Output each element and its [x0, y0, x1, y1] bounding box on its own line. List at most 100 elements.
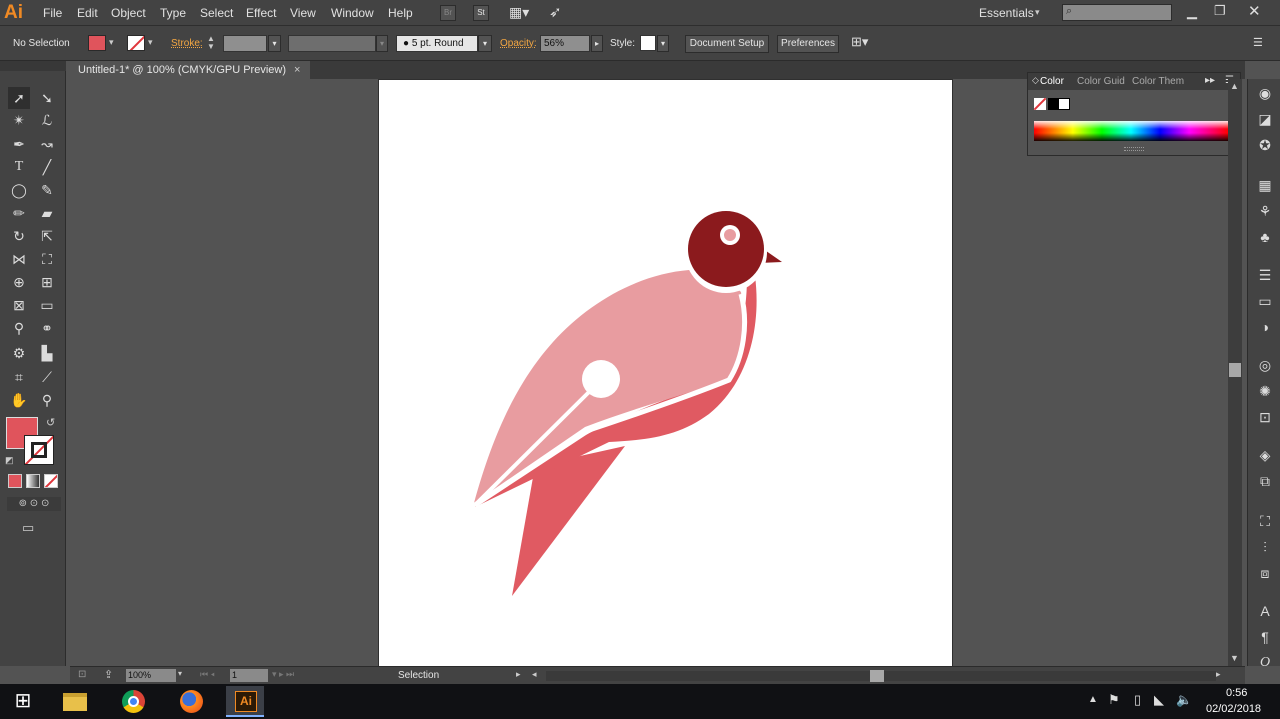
swatches-icon[interactable]: ▦	[1255, 175, 1275, 195]
paintbrush-tool-icon[interactable]: ✎	[36, 179, 58, 201]
style-dropdown[interactable]: ▾	[657, 35, 669, 52]
pathfinder-icon[interactable]: ⧈	[1255, 563, 1275, 583]
gpu-performance-icon[interactable]: ➶	[549, 3, 569, 23]
horizontal-scroll-thumb[interactable]	[870, 670, 884, 682]
symbols-icon[interactable]: ♣	[1255, 227, 1275, 247]
graphic-styles-icon[interactable]: ✺	[1255, 381, 1275, 401]
none-mode-icon[interactable]	[44, 474, 58, 488]
gradient-mode-icon[interactable]	[26, 474, 40, 488]
bird-artwork[interactable]	[379, 80, 952, 666]
perspective-grid-tool-icon[interactable]: ⊞	[36, 271, 58, 293]
menu-select[interactable]: Select	[200, 6, 233, 20]
bridge-icon[interactable]: Br	[440, 5, 456, 21]
scroll-down-icon[interactable]: ▼	[1230, 653, 1239, 663]
battery-icon[interactable]: ▯	[1134, 692, 1141, 708]
workspace-switcher[interactable]: Essentials	[979, 6, 1034, 20]
arrange-documents-icon[interactable]: ▦▾	[509, 4, 537, 22]
tray-date[interactable]: 02/02/2018	[1206, 703, 1261, 715]
symbol-sprayer-tool-icon[interactable]: ⚙	[8, 342, 30, 364]
column-graph-tool-icon[interactable]: ▙	[36, 342, 58, 364]
stroke-swatch[interactable]	[127, 35, 145, 51]
free-transform-tool-icon[interactable]: ⛶	[36, 248, 58, 270]
direct-selection-tool-icon[interactable]: ➘	[36, 87, 58, 109]
none-swatch[interactable]	[1034, 98, 1046, 110]
scale-tool-icon[interactable]: ⇱	[36, 225, 58, 247]
type-tool-icon[interactable]: T	[8, 156, 30, 178]
illustrator-taskbar-icon[interactable]: Ai	[226, 686, 264, 717]
scroll-right-icon[interactable]: ▸	[1216, 669, 1221, 680]
fill-swatch[interactable]	[88, 35, 106, 51]
tab-color-themes[interactable]: Color Them	[1132, 76, 1184, 87]
menu-edit[interactable]: Edit	[77, 6, 98, 20]
gradient-panel-icon[interactable]: ▭	[1255, 291, 1275, 311]
artboard-number-field[interactable]: 1	[230, 669, 268, 682]
curvature-tool-icon[interactable]: ↝	[36, 133, 58, 155]
color-guide-icon[interactable]: ◪	[1255, 109, 1275, 129]
stroke-weight-dropdown[interactable]: ▾	[268, 35, 281, 52]
brush-definition[interactable]: ● 5 pt. Round	[396, 35, 478, 52]
gradient-tool-icon[interactable]: ▭	[36, 294, 58, 316]
stroke-stepper[interactable]: ▲ ▼	[207, 35, 215, 51]
zoom-dropdown-icon[interactable]: ▾	[178, 669, 182, 678]
stroke-panel-icon[interactable]: ☰	[1255, 265, 1275, 285]
tray-time[interactable]: 0:56	[1226, 687, 1247, 699]
artboard-tool-icon[interactable]: ⌗	[8, 366, 30, 388]
recovery-icon[interactable]: ⊡	[78, 669, 86, 680]
eyedropper-tool-icon[interactable]: ⚲	[8, 317, 30, 339]
selection-tool-icon[interactable]: ➚	[8, 87, 30, 109]
first-artboard-icon[interactable]: ⏮ ◂	[200, 669, 215, 680]
opacity-label[interactable]: Opacity:	[500, 38, 537, 49]
menu-help[interactable]: Help	[388, 6, 413, 20]
magic-wand-tool-icon[interactable]: ✴	[8, 109, 30, 131]
volume-icon[interactable]: 🔈	[1176, 692, 1192, 708]
opentype-icon[interactable]: O	[1255, 653, 1275, 673]
hand-tool-icon[interactable]: ✋	[8, 389, 30, 411]
slice-tool-icon[interactable]: ⟋	[36, 366, 58, 388]
scroll-thumb[interactable]	[1229, 363, 1241, 377]
width-tool-icon[interactable]: ⋈	[8, 248, 30, 270]
menu-effect[interactable]: Effect	[246, 6, 276, 20]
chevron-down-icon[interactable]: ▾	[1035, 7, 1040, 18]
transparency-icon[interactable]: ◑	[1255, 317, 1275, 337]
rotate-tool-icon[interactable]: ↻	[8, 225, 30, 247]
stock-icon[interactable]: St	[473, 5, 489, 21]
menu-view[interactable]: View	[290, 6, 316, 20]
style-swatch[interactable]	[640, 35, 656, 51]
resize-grip[interactable]	[1124, 147, 1144, 151]
search-input[interactable]: ⌕	[1062, 4, 1172, 21]
last-artboard-icon[interactable]: ▾ ▸ ⏭	[272, 669, 294, 680]
pencil-tool-icon[interactable]: ✏	[8, 202, 30, 224]
restore-icon[interactable]: ❐	[1214, 3, 1226, 19]
document-setup-button[interactable]: Document Setup	[685, 35, 769, 53]
white-swatch[interactable]	[1058, 98, 1070, 110]
ellipse-tool-icon[interactable]: ◯	[8, 179, 30, 201]
menu-type[interactable]: Type	[160, 6, 186, 20]
status-menu-icon[interactable]: ▸	[516, 669, 521, 680]
action-center-flag-icon[interactable]: ⚑	[1108, 692, 1120, 708]
tab-color-guide[interactable]: Color Guid	[1077, 76, 1125, 87]
variable-width-dropdown[interactable]: ▾	[376, 35, 388, 52]
panel-menu-icon[interactable]: ☰	[1253, 36, 1263, 49]
artboard[interactable]	[379, 80, 952, 666]
opacity-arrow[interactable]: ▸	[591, 35, 603, 52]
preferences-button[interactable]: Preferences	[777, 35, 839, 53]
pen-tool-icon[interactable]: ✒	[8, 133, 30, 155]
mesh-tool-icon[interactable]: ⊠	[8, 294, 30, 316]
artboards-icon[interactable]: ⧉	[1255, 471, 1275, 491]
tab-color[interactable]: Color	[1040, 76, 1064, 87]
show-hidden-icons[interactable]: ▲	[1088, 694, 1098, 705]
menu-file[interactable]: File	[43, 6, 62, 20]
menu-object[interactable]: Object	[111, 6, 146, 20]
zoom-tool-icon[interactable]: ⚲	[36, 389, 58, 411]
swap-colors-icon[interactable]: ↺	[46, 416, 55, 429]
color-spectrum[interactable]	[1034, 121, 1228, 141]
stroke-label[interactable]: Stroke:	[171, 38, 203, 49]
appearance-icon[interactable]: ◎	[1255, 355, 1275, 375]
stroke-dropdown-icon[interactable]: ▾	[148, 37, 153, 48]
character-icon[interactable]: A	[1255, 601, 1275, 621]
brushes-icon[interactable]: ⚘	[1255, 201, 1275, 221]
color-mode-icon[interactable]	[8, 474, 22, 488]
transform-icon[interactable]: ⛶	[1255, 511, 1275, 531]
horizontal-scrollbar[interactable]	[546, 670, 1216, 682]
paragraph-icon[interactable]: ¶	[1255, 627, 1275, 647]
